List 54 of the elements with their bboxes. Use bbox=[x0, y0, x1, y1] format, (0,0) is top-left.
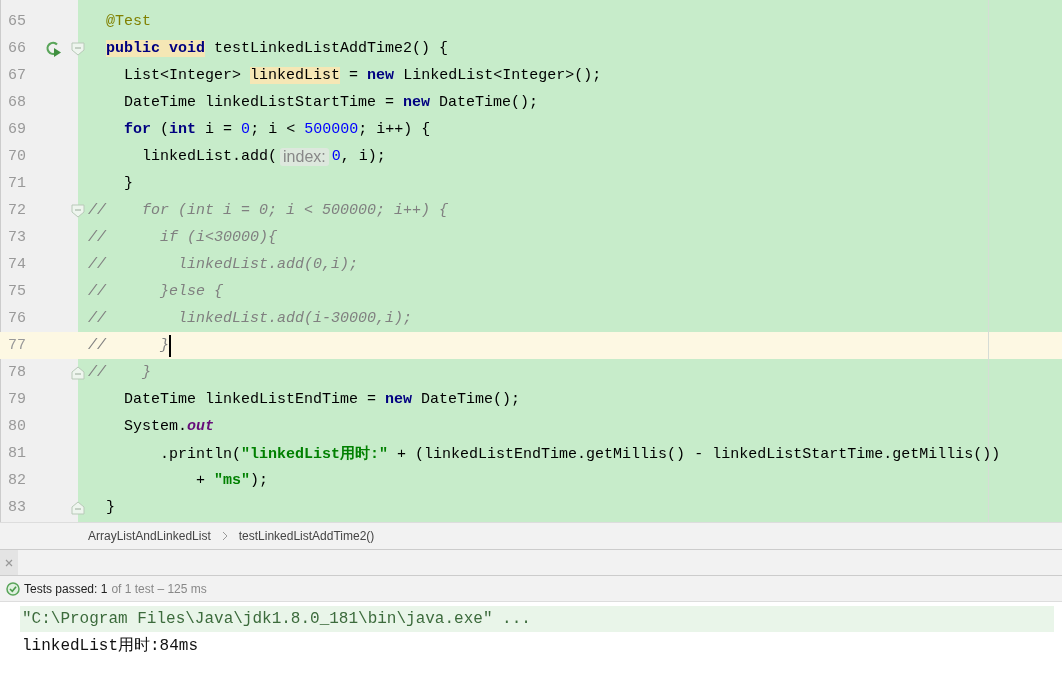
line-number: 80 bbox=[7, 418, 27, 435]
line-number: 82 bbox=[7, 472, 27, 489]
console-output: linkedList用时:84ms bbox=[21, 635, 200, 657]
test-summary: of 1 test – 125 ms bbox=[111, 581, 207, 596]
line-number: 73 bbox=[7, 229, 27, 246]
line-number: 79 bbox=[7, 391, 27, 408]
parameter-hint: index: bbox=[280, 147, 329, 166]
console-command: "C:\Program Files\Java\jdk1.8.0_181\bin\java.exe" ... bbox=[20, 606, 1054, 632]
fold-icon[interactable] bbox=[71, 41, 85, 56]
code-text: List<Integer> linkedList = new LinkedList<Integer>(); bbox=[123, 67, 602, 84]
code-comment: // if (i<30000){ bbox=[88, 229, 278, 246]
fold-icon[interactable] bbox=[71, 203, 85, 218]
code-text: for (int i = 0; i < 500000; i++) { bbox=[123, 121, 431, 138]
breadcrumb-item[interactable]: ArrayListAndLinkedList bbox=[88, 529, 211, 543]
code-comment: // }else { bbox=[88, 283, 224, 300]
line-number: 78 bbox=[7, 364, 27, 381]
test-status: Tests passed: 1 bbox=[24, 581, 108, 596]
line-number: 66 bbox=[7, 40, 27, 57]
line-number: 75 bbox=[7, 283, 27, 300]
code-comment: // linkedList.add(0,i); bbox=[88, 256, 359, 273]
code-text: .println("linkedList用时:" + (linkedListEndTime.getMillis() - linkedListStartTime.getMillis()) bbox=[159, 444, 1001, 463]
line-number: 81 bbox=[7, 445, 27, 462]
run-test-icon[interactable] bbox=[44, 39, 62, 58]
line-number: 68 bbox=[7, 94, 27, 111]
code-text: System.out bbox=[123, 418, 215, 435]
code-text: } bbox=[123, 175, 134, 192]
line-number: 76 bbox=[7, 310, 27, 327]
line-number: 67 bbox=[7, 67, 27, 84]
text-cursor bbox=[169, 334, 171, 357]
code-text: public void testLinkedListAddTime2() { bbox=[105, 40, 449, 57]
fold-icon[interactable] bbox=[71, 500, 85, 515]
line-number: 83 bbox=[7, 499, 27, 516]
code-text: 0, i); bbox=[331, 148, 386, 165]
chevron-icon bbox=[220, 531, 229, 541]
line-number: 74 bbox=[7, 256, 27, 273]
code-comment: // } bbox=[88, 337, 169, 354]
code-text: linkedList.add( bbox=[141, 148, 278, 165]
code-comment: // } bbox=[88, 364, 151, 381]
close-icon bbox=[4, 557, 14, 568]
code-comment: // linkedList.add(i-30000,i); bbox=[88, 310, 413, 327]
fold-icon[interactable] bbox=[71, 365, 85, 380]
code-text: @Test bbox=[105, 13, 152, 30]
code-text: } bbox=[105, 499, 116, 516]
line-number: 71 bbox=[7, 175, 27, 192]
breadcrumb-item[interactable]: testLinkedListAddTime2() bbox=[238, 529, 375, 543]
line-number: 69 bbox=[7, 121, 27, 138]
line-number: 65 bbox=[7, 13, 27, 30]
code-comment: // for (int i = 0; i < 500000; i++) { bbox=[88, 202, 449, 219]
code-text: DateTime linkedListEndTime = new DateTime(); bbox=[123, 391, 521, 408]
code-text: DateTime linkedListStartTime = new DateTime(); bbox=[123, 94, 539, 111]
code-text: + "ms"); bbox=[195, 472, 269, 489]
line-number: 72 bbox=[7, 202, 27, 219]
line-number: 70 bbox=[7, 148, 27, 165]
line-number: 77 bbox=[7, 337, 27, 354]
